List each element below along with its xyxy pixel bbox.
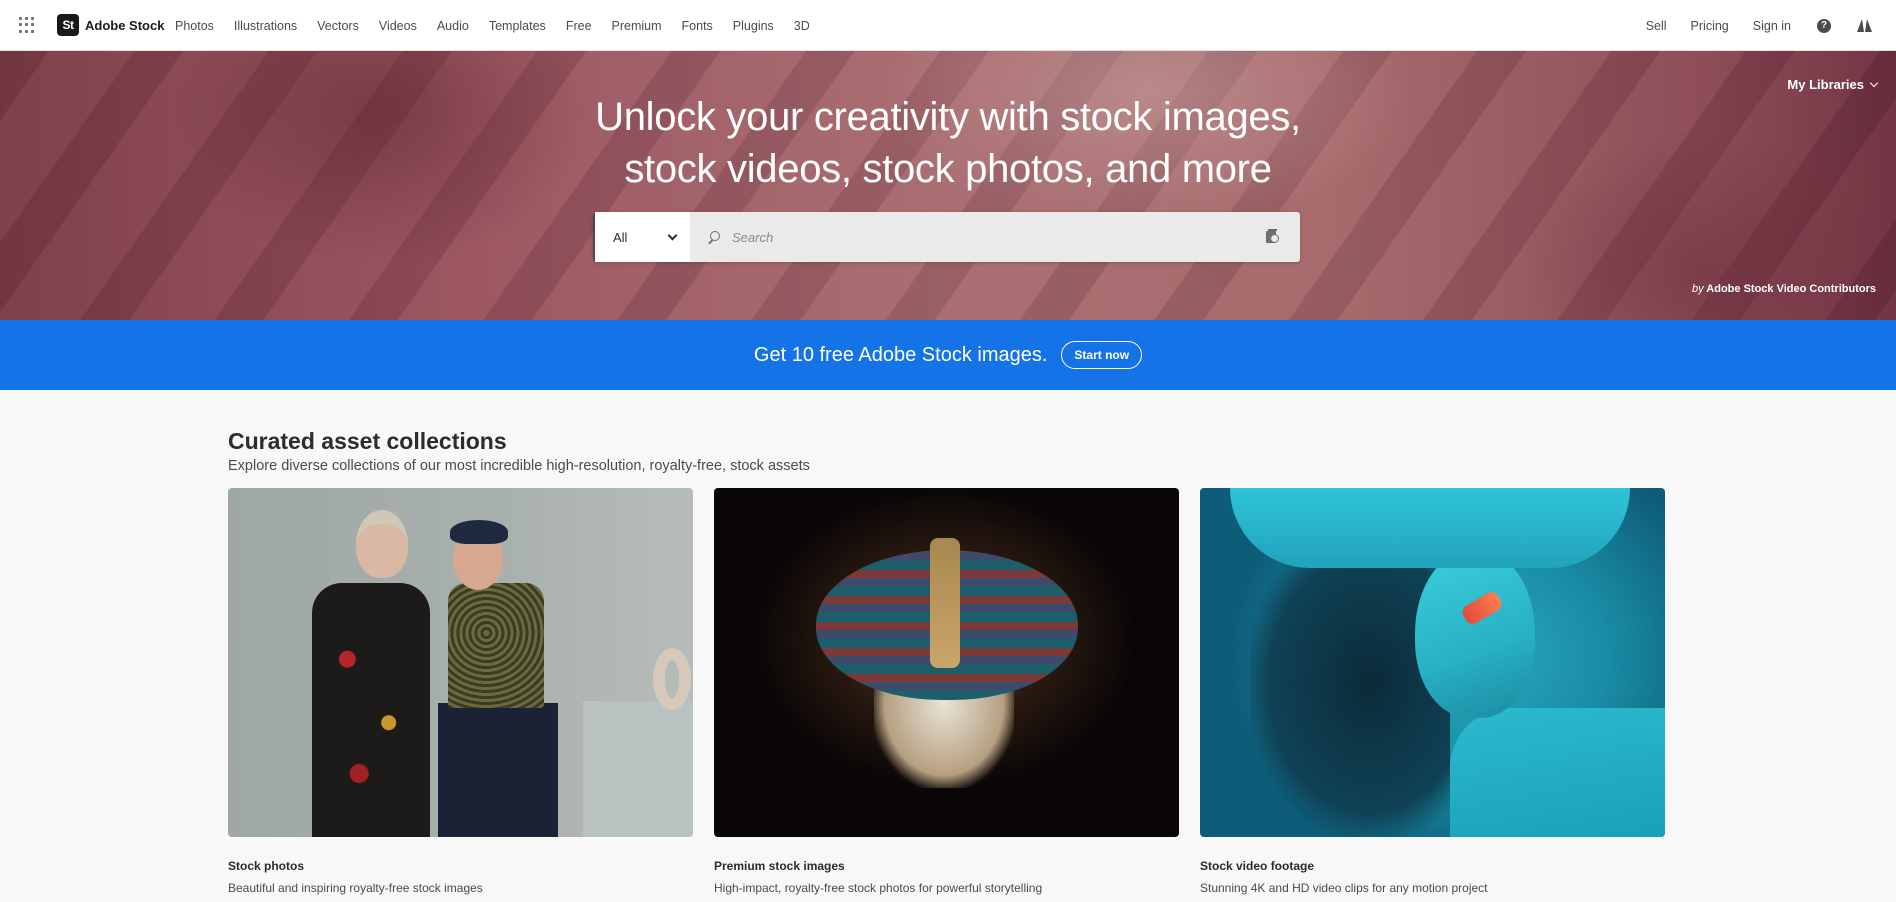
start-now-button[interactable]: Start now <box>1061 341 1143 369</box>
my-libraries-label: My Libraries <box>1787 77 1864 92</box>
adobe-stock-logo[interactable]: St Adobe Stock <box>57 14 164 36</box>
card-title[interactable]: Stock video footage <box>1200 859 1665 873</box>
stock-logo-icon: St <box>57 14 79 36</box>
nav-photos[interactable]: Photos <box>175 19 214 33</box>
chevron-down-icon <box>1869 78 1879 87</box>
main-nav: Photos Illustrations Vectors Videos Audi… <box>175 0 830 51</box>
promo-banner: Get 10 free Adobe Stock images. Start no… <box>0 320 1896 390</box>
nav-templates[interactable]: Templates <box>489 19 546 33</box>
nav-3d[interactable]: 3D <box>794 19 810 33</box>
section-title: Curated asset collections <box>228 428 507 454</box>
section-subtitle: Explore diverse collections of our most … <box>228 458 810 474</box>
nav-right: Sell Pricing Sign in ? <box>1622 0 1872 51</box>
sign-in-link[interactable]: Sign in <box>1753 19 1791 33</box>
help-icon[interactable]: ? <box>1817 18 1831 33</box>
visual-search-icon[interactable] <box>1266 229 1282 245</box>
sell-link[interactable]: Sell <box>1646 19 1667 33</box>
pricing-link[interactable]: Pricing <box>1691 19 1729 33</box>
nav-free[interactable]: Free <box>566 19 592 33</box>
top-nav: St Adobe Stock Photos Illustrations Vect… <box>0 0 1896 51</box>
hero-banner: Unlock your creativity with stock images… <box>0 51 1896 320</box>
credit-prefix: by <box>1692 283 1704 295</box>
asset-type-dropdown[interactable]: All <box>593 212 690 262</box>
apps-grid-icon[interactable] <box>19 17 35 33</box>
collection-card-premium[interactable]: Premium stock images High-impact, royalt… <box>714 488 1179 895</box>
hero-title-line1: Unlock your creativity with stock images… <box>595 95 1301 139</box>
promo-text: Get 10 free Adobe Stock images. <box>753 343 1048 366</box>
search-bar: All <box>593 212 1300 262</box>
nav-premium[interactable]: Premium <box>612 19 662 33</box>
adobe-logo-icon[interactable] <box>1857 19 1872 32</box>
card-title[interactable]: Premium stock images <box>714 859 1179 873</box>
logo-text: Adobe Stock <box>85 17 165 33</box>
card-description: High-impact, royalty-free stock photos f… <box>714 881 1043 895</box>
search-icon <box>708 231 720 243</box>
hero-title: Unlock your creativity with stock images… <box>0 91 1896 195</box>
nav-plugins[interactable]: Plugins <box>733 19 774 33</box>
my-libraries-button[interactable]: My Libraries <box>1787 77 1879 92</box>
nav-videos[interactable]: Videos <box>379 19 417 33</box>
search-field <box>690 212 1300 262</box>
nav-illustrations[interactable]: Illustrations <box>234 19 297 33</box>
hero-title-line2: stock videos, stock photos, and more <box>624 147 1272 191</box>
chevron-down-icon <box>667 230 678 240</box>
card-image[interactable] <box>1200 488 1665 837</box>
collection-card-stock-photos[interactable]: Stock photos Beautiful and inspiring roy… <box>228 488 693 895</box>
credit-name[interactable]: Adobe Stock Video Contributors <box>1706 283 1876 295</box>
collection-card-video[interactable]: Stock video footage Stunning 4K and HD v… <box>1200 488 1665 895</box>
asset-type-value: All <box>613 229 628 245</box>
card-title[interactable]: Stock photos <box>228 859 693 873</box>
nav-vectors[interactable]: Vectors <box>317 19 359 33</box>
card-image[interactable] <box>228 488 693 837</box>
card-description: Stunning 4K and HD video clips for any m… <box>1200 881 1488 895</box>
hero-credit: by Adobe Stock Video Contributors <box>1692 283 1876 295</box>
nav-fonts[interactable]: Fonts <box>682 19 713 33</box>
card-description: Beautiful and inspiring royalty-free sto… <box>228 881 483 895</box>
search-input[interactable] <box>732 229 1266 245</box>
card-image[interactable] <box>714 488 1179 837</box>
nav-audio[interactable]: Audio <box>437 19 469 33</box>
